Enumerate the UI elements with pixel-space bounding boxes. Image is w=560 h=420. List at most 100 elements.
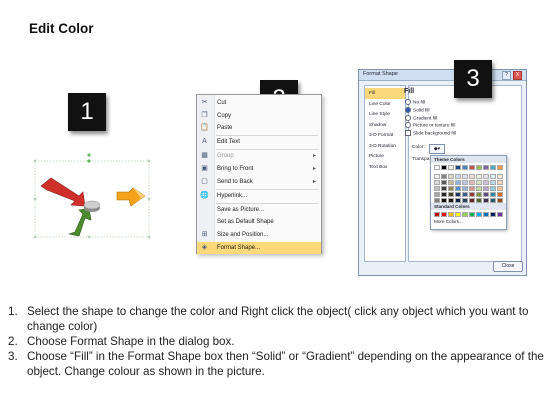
- theme-color-swatch[interactable]: [448, 180, 454, 185]
- menu-item-cut[interactable]: ✂ Cut: [197, 97, 321, 109]
- submenu-arrow-icon: ▸: [312, 178, 316, 185]
- standard-color-swatch[interactable]: [490, 212, 496, 217]
- theme-color-swatch[interactable]: [455, 192, 461, 197]
- theme-color-swatch[interactable]: [441, 174, 447, 179]
- sidebar-item-picture[interactable]: Picture: [365, 151, 405, 162]
- standard-color-swatch[interactable]: [455, 212, 461, 217]
- theme-color-swatch[interactable]: [497, 180, 503, 185]
- theme-color-swatch[interactable]: [441, 192, 447, 197]
- menu-item-edit-text[interactable]: A Edit Text: [197, 136, 321, 148]
- theme-color-swatch[interactable]: [448, 174, 454, 179]
- selected-shape[interactable]: [33, 150, 153, 245]
- theme-color-swatch[interactable]: [469, 192, 475, 197]
- theme-color-swatch[interactable]: [462, 192, 468, 197]
- menu-item-hyperlink[interactable]: 🌐 Hyperlink...: [197, 190, 321, 202]
- theme-color-swatch[interactable]: [434, 180, 440, 185]
- theme-color-swatch[interactable]: [469, 174, 475, 179]
- menu-item-save-as-picture[interactable]: Save as Picture...: [197, 204, 321, 216]
- theme-color-swatch[interactable]: [483, 174, 489, 179]
- close-icon[interactable]: X: [513, 71, 522, 80]
- theme-color-swatch[interactable]: [462, 174, 468, 179]
- menu-item-set-as-default-shape[interactable]: Set as Default Shape: [197, 216, 321, 228]
- fill-option-picture-or-texture-fill[interactable]: Picture or texture fill: [405, 122, 455, 129]
- theme-color-swatch[interactable]: [483, 192, 489, 197]
- theme-color-swatch[interactable]: [462, 186, 468, 191]
- radio-icon[interactable]: [405, 106, 411, 113]
- sidebar-item-line-style[interactable]: Line Style: [365, 109, 405, 120]
- sidebar-item-3-d-rotation[interactable]: 3-D Rotation: [365, 141, 405, 152]
- sidebar-item-3-d-format[interactable]: 3-D Format: [365, 130, 405, 141]
- menu-item-format-shape[interactable]: ◈ Format Shape...: [197, 241, 321, 254]
- theme-color-swatch[interactable]: [434, 186, 440, 191]
- theme-color-swatch[interactable]: [434, 165, 440, 170]
- menu-item-send-to-back[interactable]: ▢ Send to Back ▸: [197, 176, 321, 188]
- theme-color-swatch[interactable]: [455, 165, 461, 170]
- menu-item-copy[interactable]: ❐ Copy: [197, 110, 321, 122]
- color-picker-button[interactable]: ◆▾: [429, 144, 445, 154]
- sidebar-item-fill[interactable]: Fill: [365, 88, 405, 99]
- standard-color-swatch[interactable]: [434, 212, 440, 217]
- fill-option-no-fill[interactable]: No fill: [405, 99, 425, 105]
- theme-color-swatch[interactable]: [448, 186, 454, 191]
- theme-color-swatch[interactable]: [490, 180, 496, 185]
- menu-item-size-and-position[interactable]: ⊞ Size and Position...: [197, 229, 321, 241]
- theme-color-swatch[interactable]: [476, 192, 482, 197]
- more-colors-link[interactable]: More Colors...: [434, 219, 463, 224]
- close-button[interactable]: Close: [493, 261, 523, 272]
- menu-item-bring-to-front[interactable]: ▣ Bring to Front ▸: [197, 163, 321, 175]
- theme-color-swatch[interactable]: [469, 165, 475, 170]
- fill-option-solid-fill[interactable]: Solid fill: [405, 106, 430, 113]
- theme-color-swatch[interactable]: [497, 174, 503, 179]
- checkbox-icon[interactable]: [405, 130, 411, 137]
- theme-color-swatch[interactable]: [483, 180, 489, 185]
- standard-color-swatch[interactable]: [469, 212, 475, 217]
- theme-color-swatch[interactable]: [455, 174, 461, 179]
- standard-color-swatch[interactable]: [476, 212, 482, 217]
- theme-color-swatch[interactable]: [476, 180, 482, 185]
- help-icon[interactable]: ?: [502, 71, 511, 80]
- fill-option-gradient-fill[interactable]: Gradient fill: [405, 114, 437, 121]
- standard-color-swatch[interactable]: [483, 212, 489, 217]
- theme-color-swatch[interactable]: [483, 165, 489, 170]
- menu-item-group[interactable]: ▦ Group ▸: [197, 150, 321, 162]
- theme-color-swatch[interactable]: [462, 180, 468, 185]
- theme-color-swatch[interactable]: [434, 174, 440, 179]
- theme-color-swatch[interactable]: [490, 192, 496, 197]
- theme-color-swatch[interactable]: [497, 186, 503, 191]
- sidebar-item-text-box[interactable]: Text Box: [365, 162, 405, 173]
- arrows-shape-graphic[interactable]: [33, 150, 153, 245]
- radio-icon[interactable]: [405, 99, 411, 105]
- format-shape-dialog: Format Shape ? X Fill Line Color Line Styl…: [358, 69, 527, 276]
- theme-color-swatch[interactable]: [469, 180, 475, 185]
- theme-color-swatch[interactable]: [448, 192, 454, 197]
- standard-color-swatch[interactable]: [448, 212, 454, 217]
- sidebar-item-line-color[interactable]: Line Color: [365, 99, 405, 110]
- theme-color-swatch[interactable]: [441, 165, 447, 170]
- sidebar-item-shadow[interactable]: Shadow: [365, 120, 405, 131]
- theme-color-swatch[interactable]: [476, 174, 482, 179]
- theme-color-swatch[interactable]: [455, 180, 461, 185]
- theme-color-swatch[interactable]: [462, 165, 468, 170]
- standard-color-swatch[interactable]: [441, 212, 447, 217]
- theme-color-swatch[interactable]: [490, 186, 496, 191]
- theme-color-swatch[interactable]: [434, 192, 440, 197]
- theme-color-swatch[interactable]: [448, 165, 454, 170]
- theme-color-swatch[interactable]: [441, 180, 447, 185]
- standard-color-swatch[interactable]: [462, 212, 468, 217]
- submenu-arrow-icon: ▸: [312, 166, 316, 172]
- theme-color-swatch[interactable]: [476, 186, 482, 191]
- radio-icon[interactable]: [405, 114, 411, 121]
- fill-option-slide-background-fill[interactable]: Slide background fill: [405, 130, 456, 136]
- standard-color-swatch[interactable]: [497, 212, 503, 217]
- theme-color-swatch[interactable]: [490, 165, 496, 170]
- radio-icon[interactable]: [405, 122, 411, 129]
- theme-color-swatch[interactable]: [455, 186, 461, 191]
- theme-color-swatch[interactable]: [469, 186, 475, 191]
- theme-color-swatch[interactable]: [476, 165, 482, 170]
- theme-color-swatch[interactable]: [441, 186, 447, 191]
- theme-color-swatch[interactable]: [490, 174, 496, 179]
- theme-color-swatch[interactable]: [497, 192, 503, 197]
- theme-color-swatch[interactable]: [483, 186, 489, 191]
- theme-color-swatch[interactable]: [497, 165, 503, 170]
- menu-item-paste[interactable]: 📋 Paste: [197, 122, 321, 134]
